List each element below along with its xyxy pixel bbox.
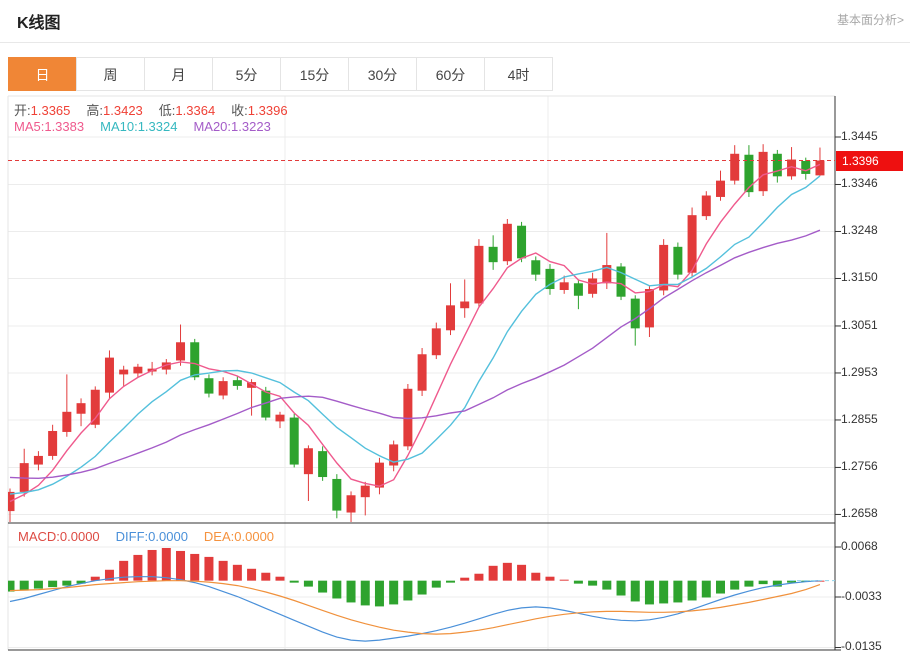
axis-label: 1.2658 [841, 506, 878, 520]
axis-label: 1.2855 [841, 412, 878, 426]
readout-item: MA10:1.3324 [100, 119, 177, 134]
axis-label: 1.3150 [841, 270, 878, 284]
kline-chart-canvas[interactable] [0, 0, 910, 659]
readout-item: DEA:0.0000 [204, 529, 274, 544]
axis-label: -0.0033 [841, 589, 882, 603]
axis-label: -0.0135 [841, 639, 882, 653]
axis-label: 1.2756 [841, 459, 878, 473]
ma-readout: MA5:1.3383 MA10:1.3324 MA20:1.3223 [14, 119, 287, 134]
ohlc-readout: 开:1.3365 高:1.3423 低:1.3364 收:1.3396 [14, 100, 304, 119]
readout-item: MA20:1.3223 [193, 119, 270, 134]
axis-label: 1.3248 [841, 223, 878, 237]
axis-label: 1.3346 [841, 176, 878, 190]
axis-label: 1.2953 [841, 365, 878, 379]
readout-item: 高:1.3423 [86, 103, 142, 118]
readout-item: 收:1.3396 [231, 103, 287, 118]
axis-label: 1.3051 [841, 318, 878, 332]
last-price-badge: 1.3396 [836, 151, 903, 171]
readout-item: DIFF:0.0000 [116, 529, 188, 544]
readout-item: MA5:1.3383 [14, 119, 84, 134]
readout-item: MACD:0.0000 [18, 529, 100, 544]
axis-label: 0.0068 [841, 539, 878, 553]
macd-readout: MACD:0.0000 DIFF:0.0000 DEA:0.0000 [18, 529, 290, 544]
readout-item: 低:1.3364 [159, 103, 215, 118]
axis-label: 1.3445 [841, 129, 878, 143]
readout-item: 开:1.3365 [14, 103, 70, 118]
